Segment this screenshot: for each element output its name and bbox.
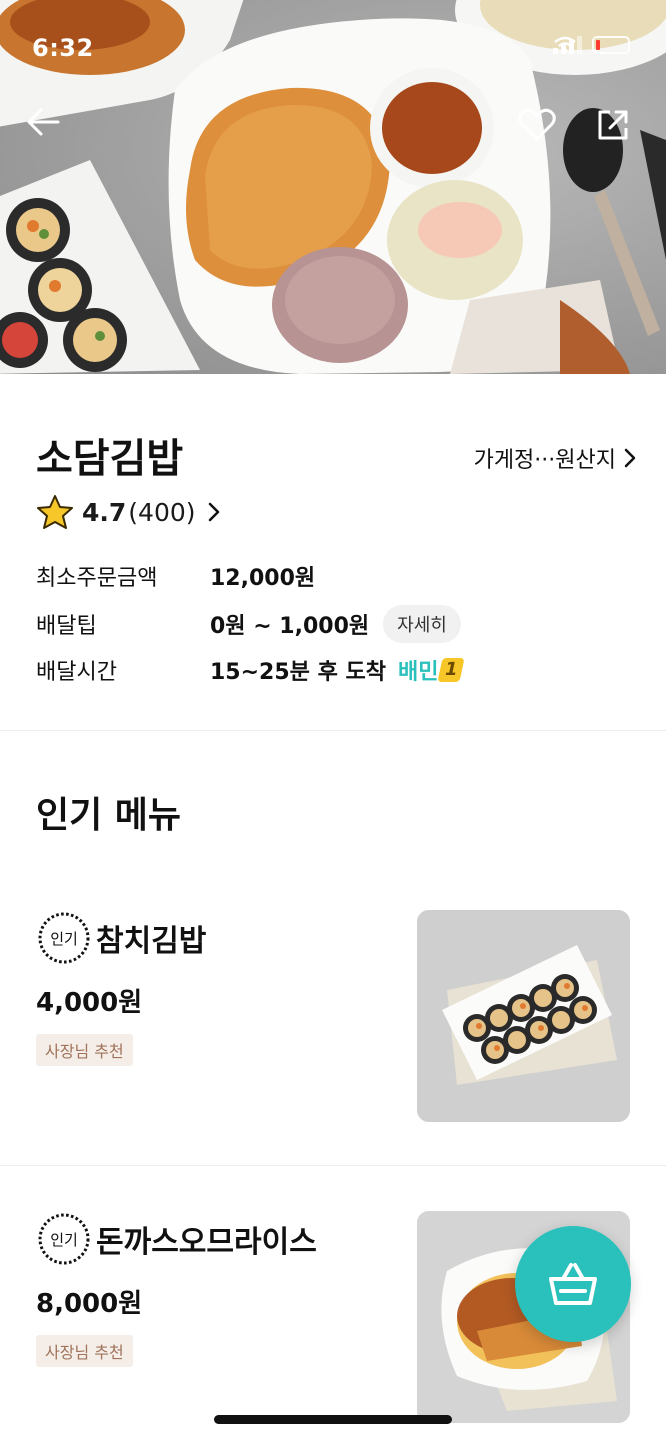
section-title: 인기 메뉴 [36, 795, 182, 836]
share-button[interactable] [596, 108, 640, 152]
kimbap-photo [417, 910, 630, 1122]
info-label: 배달팁 [36, 614, 97, 639]
rating-row[interactable]: 4.7 (400) [36, 494, 220, 530]
baemin-one-badge: 배민 1 [397, 654, 465, 686]
menu-price: 4,000원 [36, 988, 143, 1018]
delivery-tip-detail-button[interactable]: 자세히 [383, 605, 461, 643]
status-bar: 6:32 [0, 0, 666, 96]
menu-thumbnail[interactable] [417, 910, 630, 1122]
heart-icon [518, 108, 556, 141]
delivery-tip-row: 배달팁 0원 ~ 1,000원 자세히 [36, 605, 461, 643]
review-count: (400) [128, 497, 196, 527]
status-icons [553, 36, 630, 54]
store-info-link-label: 가게정···원산지 [473, 448, 616, 473]
store-info-link[interactable]: 가게정···원산지 [474, 442, 636, 474]
menu-name: 참치김밥 [96, 924, 207, 959]
cart-button[interactable] [515, 1226, 631, 1342]
arrow-left-icon [27, 108, 60, 136]
baemin-one-number: 1 [437, 658, 465, 682]
section-divider [0, 730, 666, 731]
share-icon [598, 110, 628, 140]
menu-name-row: 인기 돈까스오므라이스 [36, 1211, 317, 1267]
baemin-one-label: 배민 [397, 660, 439, 685]
popular-badge-label: 인기 [50, 929, 78, 948]
star-icon [37, 495, 73, 529]
menu-price: 8,000원 [36, 1289, 143, 1319]
store-name: 소담김밥 [36, 436, 184, 482]
info-value: 12,000원 [210, 566, 316, 591]
chevron-right-icon [208, 502, 220, 522]
popular-badge-label: 인기 [50, 1230, 78, 1249]
hero-image: 6:32 [0, 0, 666, 374]
battery-icon [592, 36, 630, 54]
menu-item[interactable]: 인기 참치김밥 4,000원 사장님 추천 [0, 910, 666, 1190]
info-value: 0원 ~ 1,000원 [210, 614, 370, 639]
menu-divider [0, 1165, 666, 1166]
status-time: 6:32 [32, 34, 94, 62]
owner-recommend-badge: 사장님 추천 [36, 1335, 133, 1367]
delivery-time-row: 배달시간 15~25분 후 도착 배민 1 [36, 652, 465, 688]
basket-icon [549, 1263, 597, 1305]
chevron-right-icon [624, 448, 636, 468]
wifi-icon [554, 36, 576, 54]
info-label: 배달시간 [36, 660, 117, 685]
min-order-row: 최소주문금액 12,000원 [36, 558, 315, 594]
back-button[interactable] [26, 108, 70, 152]
info-value: 15~25분 후 도착 [210, 660, 386, 685]
favorite-button[interactable] [518, 108, 562, 152]
popular-badge: 인기 [36, 1211, 92, 1267]
home-indicator[interactable] [214, 1415, 452, 1424]
rating-value: 4.7 [82, 497, 127, 527]
info-label: 최소주문금액 [36, 566, 158, 591]
menu-name-row: 인기 참치김밥 [36, 910, 206, 966]
popular-badge: 인기 [36, 910, 92, 966]
menu-name: 돈까스오므라이스 [96, 1225, 317, 1260]
owner-recommend-badge: 사장님 추천 [36, 1034, 133, 1066]
